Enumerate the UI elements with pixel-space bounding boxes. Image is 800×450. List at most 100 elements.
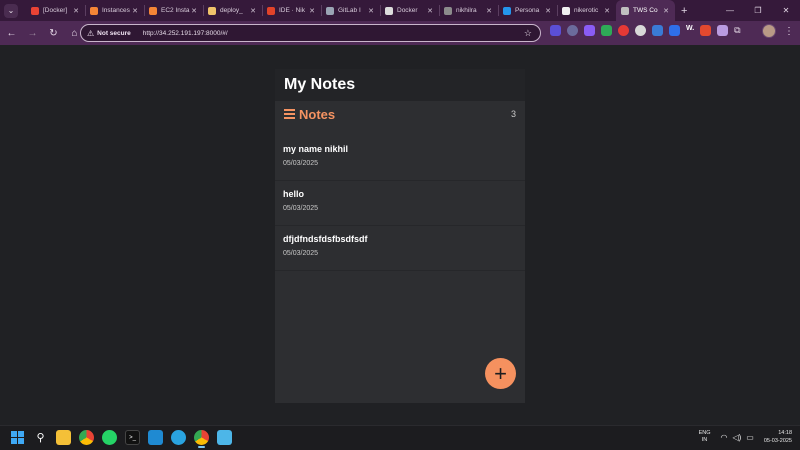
browser-tab[interactable]: deploy_ ✕ xyxy=(203,0,262,21)
avatar[interactable] xyxy=(762,24,776,38)
bookmark-star-icon[interactable]: ☆ xyxy=(524,28,532,39)
note-item[interactable]: my name nikhil 05/03/2025 xyxy=(275,136,525,181)
url-text[interactable]: http://34.252.191.197:8000/#/ xyxy=(143,30,228,37)
chrome-active-icon[interactable] xyxy=(194,430,209,448)
forward-icon[interactable]: → xyxy=(23,24,42,43)
close-tab-icon[interactable]: ✕ xyxy=(250,7,256,15)
browser-tab[interactable]: Instances ✕ xyxy=(85,0,144,21)
extension-icon[interactable] xyxy=(584,25,595,36)
tab-search-icon[interactable]: ⌄ xyxy=(4,3,18,18)
maximize-icon[interactable]: ❐ xyxy=(744,0,772,21)
tab-title: nikerotic xyxy=(574,7,599,14)
github-icon xyxy=(562,6,570,15)
extension-icon[interactable] xyxy=(567,25,578,36)
note-item[interactable]: hello 05/03/2025 xyxy=(275,181,525,226)
note-item[interactable]: dfjdfndsfdsfbsdfsdf 05/03/2025 xyxy=(275,226,525,271)
extension-icon[interactable] xyxy=(601,25,612,36)
telegram-icon[interactable] xyxy=(171,430,186,445)
tab-title: Instances xyxy=(102,7,130,14)
vscode-icon[interactable] xyxy=(148,430,163,445)
gitlab-icon xyxy=(267,6,275,15)
security-label[interactable]: Not secure xyxy=(97,30,131,37)
taskbar-apps: ⚲ >_ xyxy=(10,430,232,448)
tab-title: [Docker] xyxy=(43,7,68,14)
browser-tab[interactable]: GitLab I ✕ xyxy=(321,0,380,21)
minimize-icon[interactable]: — xyxy=(716,0,744,21)
extensions-puzzle-icon[interactable]: ⧉ xyxy=(734,25,745,36)
menu-icon[interactable]: ⋮ xyxy=(784,26,794,37)
language-indicator[interactable]: ENG IN xyxy=(699,430,711,444)
extension-icon[interactable] xyxy=(652,25,663,36)
extension-icon[interactable] xyxy=(635,25,646,36)
note-date: 05/03/2025 xyxy=(283,250,319,257)
extension-icon[interactable] xyxy=(717,25,729,36)
note-date: 05/03/2025 xyxy=(283,205,319,212)
chrome-icon[interactable] xyxy=(79,430,94,445)
extension-icon[interactable] xyxy=(669,25,680,36)
browser-tab[interactable]: Persona ✕ xyxy=(498,0,557,21)
browser-tab[interactable]: Docker ✕ xyxy=(380,0,439,21)
tab-title: GitLab I xyxy=(338,7,361,14)
close-tab-icon[interactable]: ✕ xyxy=(309,7,315,15)
extension-icon[interactable] xyxy=(550,25,561,36)
app-header: My Notes xyxy=(275,69,525,101)
add-note-button[interactable]: + xyxy=(485,358,516,389)
browser-toolbar: ← → ↻ ⌂ ⚠ Not secure http://34.252.191.1… xyxy=(0,21,800,45)
list-icon xyxy=(284,109,295,119)
extension-icon[interactable]: W. xyxy=(686,25,694,36)
extension-icon[interactable] xyxy=(700,25,712,36)
address-bar[interactable]: ⚠ Not secure http://34.252.191.197:8000/… xyxy=(80,24,541,42)
language-code: ENG xyxy=(698,430,711,436)
warning-icon[interactable]: ⚠ xyxy=(87,29,94,38)
close-tab-icon[interactable]: ✕ xyxy=(132,7,138,15)
browser-tab[interactable]: nikerotic ✕ xyxy=(557,0,616,21)
search-icon[interactable]: ⚲ xyxy=(33,430,48,445)
close-tab-icon[interactable]: ✕ xyxy=(663,7,669,15)
tab-title: IDE · Nik xyxy=(279,7,305,14)
tab-title: nikhilra xyxy=(456,7,477,14)
close-tab-icon[interactable]: ✕ xyxy=(486,7,492,15)
close-tab-icon[interactable]: ✕ xyxy=(427,7,433,15)
new-tab-button[interactable]: + xyxy=(681,5,687,17)
tab-title: EC2 Insta xyxy=(161,7,190,14)
terminal-icon[interactable]: >_ xyxy=(125,430,140,445)
back-icon[interactable]: ← xyxy=(2,24,21,43)
clock-date: 05-03-2025 xyxy=(763,438,792,444)
notepad-icon[interactable] xyxy=(217,430,232,445)
close-tab-icon[interactable]: ✕ xyxy=(73,7,79,15)
page-viewport: My Notes Notes 3 my name nikhil 05/03/202… xyxy=(0,45,800,425)
close-window-icon[interactable]: ✕ xyxy=(772,0,800,21)
system-tray: ENG IN ◠ ◁) ▭ 14:18 05-03-2025 xyxy=(699,429,792,445)
status-icons[interactable]: ◠ ◁) ▭ xyxy=(720,433,753,442)
file-explorer-icon[interactable] xyxy=(56,430,71,445)
docker-icon xyxy=(503,6,511,15)
extension-icon[interactable] xyxy=(618,25,629,36)
browser-tab[interactable]: [Docker] ✕ xyxy=(26,0,85,21)
wifi-icon: ◠ xyxy=(720,432,728,442)
close-tab-icon[interactable]: ✕ xyxy=(368,7,374,15)
clock-time: 14:18 xyxy=(778,430,792,436)
region-code: IN xyxy=(701,437,708,443)
whatsapp-icon[interactable] xyxy=(102,430,117,445)
tab-title: Persona xyxy=(515,7,540,14)
page-title: My Notes xyxy=(284,76,356,93)
gmail-icon xyxy=(31,6,39,15)
docker-icon xyxy=(385,6,393,15)
browser-tab[interactable]: TWS Co ✕ xyxy=(616,0,675,21)
reload-icon[interactable]: ↻ xyxy=(44,24,63,43)
close-tab-icon[interactable]: ✕ xyxy=(604,7,610,15)
tab-title: TWS Co xyxy=(633,7,658,14)
browser-tab[interactable]: EC2 Insta ✕ xyxy=(144,0,203,21)
windows-start-icon[interactable] xyxy=(10,430,25,445)
browser-tab[interactable]: IDE · Nik ✕ xyxy=(262,0,321,21)
tab-strip: ⌄ [Docker] ✕ Instances ✕ EC2 Insta ✕ deploy_ ✕ I… xyxy=(0,0,800,21)
aws-icon xyxy=(149,6,157,15)
browser-tab[interactable]: nikhilra ✕ xyxy=(439,0,498,21)
close-tab-icon[interactable]: ✕ xyxy=(191,7,197,15)
volume-icon: ◁) xyxy=(732,432,742,442)
clock[interactable]: 14:18 05-03-2025 xyxy=(764,429,792,445)
note-title: dfjdfndsfdsfbsdfsdf xyxy=(283,234,368,244)
notes-count: 3 xyxy=(510,109,516,119)
close-tab-icon[interactable]: ✕ xyxy=(545,7,551,15)
tab-title: deploy_ xyxy=(220,7,243,14)
